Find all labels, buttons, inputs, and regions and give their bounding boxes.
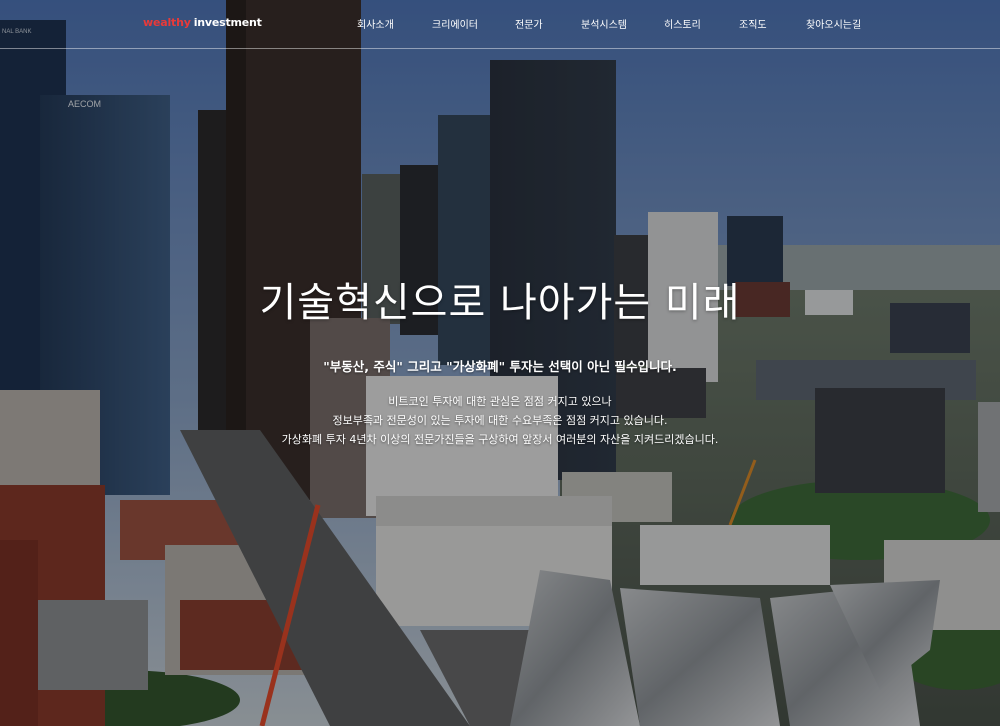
nav-item-creator[interactable]: 크리에이터 [432, 16, 478, 31]
brand-logo-investment: investment [193, 16, 262, 29]
hero-title: 기술혁신으로 나아가는 미래 [259, 280, 741, 326]
nav-item-directions[interactable]: 찾아오시는길 [806, 16, 861, 31]
hero-line-2: 정보부족과 전문성이 있는 투자에 대한 수요부족은 점점 커지고 있습니다. [332, 414, 668, 427]
nav-item-history[interactable]: 히스토리 [664, 16, 701, 31]
nav-item-company[interactable]: 회사소개 [357, 16, 394, 31]
brand-logo-wealthy: wealthy [143, 16, 191, 29]
nav-item-analysis-system[interactable]: 분석시스템 [581, 16, 627, 31]
hero-line-3: 가상화폐 투자 4년차 이상의 전문가진들을 구상하여 앞장서 여러분의 자산을… [281, 433, 719, 446]
hero-line-1: 비트코인 투자에 대한 관심은 점점 커지고 있으나 [388, 395, 612, 408]
nav-item-experts[interactable]: 전문가 [515, 16, 543, 31]
brand-logo[interactable]: wealthy investment [143, 16, 262, 29]
hero-lead: "부동산, 주식" 그리고 "가상화폐" 투자는 선택이 아닌 필수입니다. [323, 359, 677, 374]
nav-item-org-chart[interactable]: 조직도 [739, 16, 767, 31]
site-header: wealthy investment 회사소개 크리에이터 전문가 분석시스템 히… [0, 0, 1000, 49]
